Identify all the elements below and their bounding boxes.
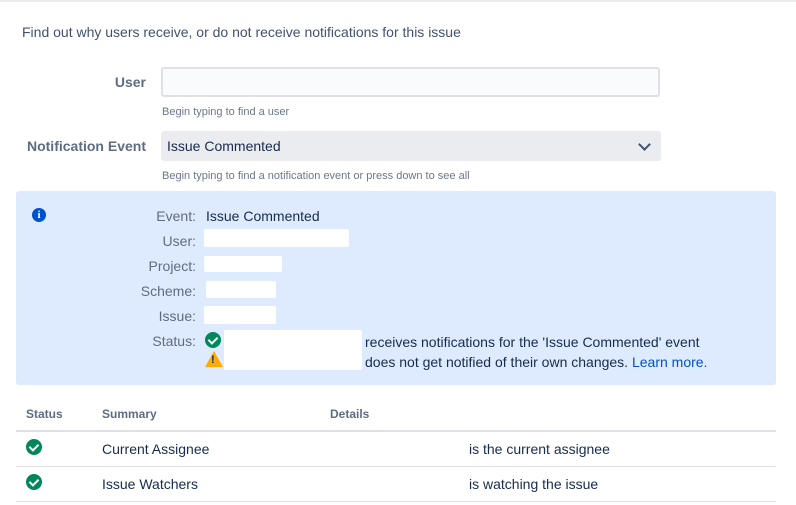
notification-event-label: Notification Event (26, 138, 146, 154)
table-row-summary: Issue Watchers (102, 476, 198, 492)
table-row-details: is watching the issue (469, 476, 599, 492)
user-input[interactable] (161, 67, 660, 97)
table-row-divider (16, 501, 776, 502)
status-column-header: Status (26, 407, 63, 421)
top-divider (0, 0, 796, 2)
table-header-divider (16, 430, 776, 432)
details-column-header: Details (330, 407, 370, 421)
user-hint: Begin typing to find a user (162, 106, 290, 118)
warning-icon (205, 351, 223, 367)
status-receives-text: receives notifications for the 'Issue Co… (365, 334, 700, 350)
table-row-details: is the current assignee (469, 441, 610, 457)
table-row-summary: Current Assignee (102, 441, 210, 457)
user-value-redacted (204, 229, 349, 247)
issue-key: Issue: (158, 308, 196, 324)
own-changes-text: does not get notified of their own chang… (365, 354, 629, 370)
status-warning-text: does not get notified of their own chang… (365, 354, 707, 370)
status-key: Status: (152, 333, 196, 349)
issue-value-redacted (204, 306, 276, 324)
intro-text: Find out why users receive, or do not re… (22, 24, 461, 40)
summary-column-header: Summary (102, 407, 157, 421)
learn-more-link[interactable]: Learn more. (632, 354, 707, 370)
event-value: Issue Commented (206, 208, 320, 224)
status-user-redacted (224, 330, 362, 370)
notification-event-select[interactable]: Issue Commented (161, 131, 661, 161)
notification-event-value: Issue Commented (167, 138, 281, 154)
check-circle-icon (26, 474, 42, 490)
info-panel: i Event: Issue Commented User: Project: … (16, 191, 776, 385)
info-icon: i (32, 208, 46, 222)
user-label: User (114, 74, 146, 90)
user-key: User: (162, 233, 196, 249)
notification-event-hint: Begin typing to find a notification even… (162, 170, 470, 182)
chevron-down-icon (638, 137, 651, 151)
scheme-value-redacted (206, 281, 276, 298)
scheme-key: Scheme: (140, 283, 196, 299)
check-circle-icon (26, 439, 42, 455)
project-key: Project: (148, 258, 196, 274)
check-circle-icon (205, 332, 221, 348)
project-value-redacted (204, 256, 282, 272)
event-key: Event: (156, 208, 196, 224)
table-row-divider (16, 466, 776, 467)
